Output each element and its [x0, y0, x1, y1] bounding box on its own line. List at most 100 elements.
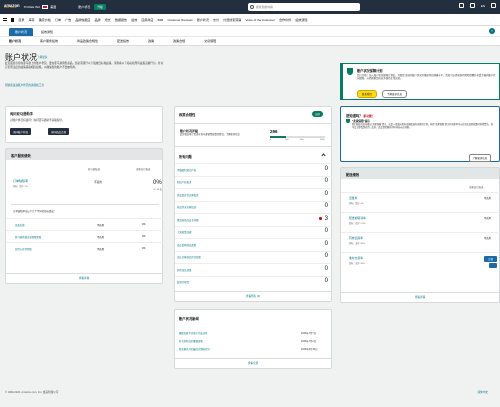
nav-item[interactable]: B2B — [158, 18, 164, 22]
issue-link[interactable]: 违反受限商品政策 — [177, 243, 196, 247]
tab-performance-notifications[interactable]: 绩效通知 — [35, 28, 59, 36]
issue-link[interactable]: 商品真实性买家投诉 — [177, 193, 199, 197]
chat-icon[interactable] — [489, 263, 497, 268]
rating-title: 账户状况评级 — [180, 129, 199, 133]
tab-account-health[interactable]: 账户状况 — [9, 28, 34, 36]
top-bar: amazon seller central TOUGE INC 美国 账户状况 升… — [0, 0, 500, 14]
issue-link[interactable]: 商品状况买家投诉 — [177, 205, 196, 209]
chargeback-link[interactable]: 信用卡拒付索赔 — [15, 247, 32, 251]
issue-count: 0 — [324, 203, 328, 209]
chevron-up-icon[interactable] — [321, 153, 326, 158]
issue-link[interactable]: 监管合规性 — [177, 280, 189, 284]
nav-item[interactable]: 合作伙伴 — [279, 18, 291, 22]
subtab-policy[interactable]: 政策 — [148, 39, 154, 43]
language-link[interactable]: 简体中文 — [478, 390, 488, 394]
nav-item[interactable]: 绩效通知 — [295, 18, 307, 22]
issue-count: 0 — [324, 228, 328, 234]
nav-item[interactable]: 绩效 — [131, 18, 137, 22]
issue-link[interactable]: 其他违反政策 — [177, 268, 191, 272]
contact-us-button[interactable]: 联系我们 — [357, 90, 378, 99]
news-link[interactable]: 新卖家首月的最佳实践和提示 — [179, 348, 210, 351]
news-link[interactable]: 有关危险品的重要更新 — [179, 340, 203, 343]
nav-item[interactable]: 品牌 — [95, 18, 101, 22]
row-fba-value: 不适用 — [97, 236, 105, 239]
subtab-shipping[interactable]: 配送绩效 — [117, 39, 129, 43]
ask-product-compliance-button[interactable]: 询问商品合规 — [48, 128, 70, 135]
nav-item[interactable]: 确定价格 — [39, 18, 51, 22]
settings-icon[interactable] — [469, 3, 475, 8]
issue-row: 其他违反政策 0 — [175, 263, 333, 275]
help-icon[interactable]: ? — [489, 28, 495, 34]
store-selector[interactable]: TOUGE INC 美国 — [24, 5, 56, 9]
nav-item[interactable]: 付费搜索营销 — [223, 18, 241, 22]
nav-item[interactable]: Customer Reviews — [167, 18, 192, 22]
language-selector[interactable]: EN — [481, 4, 485, 8]
upgrade-button[interactable]: 升级 — [94, 4, 106, 10]
learn-more-link[interactable]: 了解更多 — [37, 55, 47, 59]
odr-link[interactable]: 订单缺陷率 — [13, 179, 28, 183]
subtab-policy-compliance[interactable]: 政策合规 — [173, 39, 185, 43]
news-link[interactable]: 确保卖家平台账户的安全性 — [179, 332, 208, 335]
nav-item[interactable]: 增长 — [105, 18, 111, 22]
notice-text: 我们很高兴宣布推出"卖家保障"提示，这是一项面向具有卓越绩效的卖家的计划。获得"… — [352, 124, 493, 129]
nav-item[interactable]: 数据报告 — [115, 18, 127, 22]
cancel-rate-link[interactable]: 配送前取消率 — [349, 216, 366, 220]
negative-feedback-link[interactable]: 负面反馈 — [15, 223, 25, 227]
late-shipment-link[interactable]: 迟发率 — [349, 196, 357, 200]
subtab-product-compliance[interactable]: 商品政策合规性 — [77, 39, 98, 43]
subtab-delivery-guarantee[interactable]: 交货保障 — [204, 39, 216, 43]
policy-compliance-card: 政策合规性 良好 账户状况评级 此评级反映了您遵守亚马逊销售政策的情况。了解更多… — [174, 106, 333, 302]
col-fbm: 卖家自行配送 — [469, 186, 484, 189]
learn-more-button[interactable]: 了解更多信息 — [382, 90, 408, 99]
issue-link[interactable]: 上架政策违规 — [177, 230, 191, 234]
menu-icon[interactable] — [3, 18, 7, 21]
news-view-all-link[interactable]: 查看全部 — [175, 358, 331, 368]
odr-description: 订单缺陷率由以下几个不同的指标组成： — [13, 210, 57, 213]
list-item: 有关危险品的重要更新 2026年7月2日 — [179, 339, 329, 343]
nav-item[interactable]: 支付 — [213, 18, 219, 22]
issue-link[interactable]: 食品和商品安全问题 — [177, 218, 199, 222]
valid-tracking-link[interactable]: 有效追踪率 — [349, 236, 363, 240]
subtab-account-health[interactable]: 账户状况 — [9, 39, 21, 43]
cs-title: 客户服务绩效 — [11, 154, 31, 158]
amazon-logo[interactable]: amazon seller central — [4, 3, 20, 10]
atoz-claims-link[interactable]: 亚马逊商城交易保障索赔 — [15, 235, 41, 239]
issue-link[interactable]: 知识产权投诉 — [177, 180, 191, 184]
cs-view-details-link[interactable]: 查看详情 — [6, 273, 162, 283]
odr-target: 目标：低于 1% — [13, 186, 28, 188]
issue-link[interactable]: 违反买家商品评论政策 — [177, 255, 201, 259]
col-fba: 亚马逊配送 — [88, 168, 100, 171]
help-icon[interactable] — [491, 3, 496, 8]
issue-link[interactable]: 涉嫌侵犯知识产权 — [177, 168, 196, 172]
on-time-delivery-link[interactable]: 准时交货率 — [349, 256, 363, 260]
search-placeholder: 搜索您的内容 — [256, 5, 273, 9]
all-issues-heading: 所有问题 — [179, 155, 192, 159]
ask-account-health-button[interactable]: 询问账户状况 — [10, 128, 32, 135]
nav-item[interactable]: 订单 — [55, 18, 61, 22]
nav-item[interactable]: 库存 — [29, 18, 35, 22]
account-health-link[interactable]: 账户状况 — [78, 5, 90, 9]
resources-link[interactable]: 帮助您改进账户状况的资源和工具 — [5, 83, 44, 87]
nav-item[interactable]: 应用商店 — [141, 18, 153, 22]
top-icons: EN — [458, 3, 496, 8]
mail-icon[interactable] — [458, 3, 464, 8]
bookmark-icon[interactable] — [11, 17, 15, 22]
nav-item[interactable]: 账户状况 — [197, 18, 209, 22]
shipping-view-details-link[interactable]: 查看详情 — [341, 292, 499, 302]
nav-item[interactable]: Voice of the Customer — [245, 18, 275, 22]
copyright: © 1999-2026, Amazon.com, Inc. 或其附属公司 — [5, 391, 59, 394]
status-badge: 良好 — [312, 111, 323, 117]
metric-target: 目标：高于 90% — [349, 263, 365, 265]
nav-item[interactable]: 广告 — [65, 18, 71, 22]
notice-learn-more-button[interactable]: 了解更多信息 — [468, 154, 491, 162]
feedback-button[interactable]: 反馈 — [484, 256, 497, 262]
page-description: 此页面显示您在亚马逊上的账户状况。要在亚马逊销售商品，您必须遵守以下绩效目标和政… — [5, 62, 164, 69]
search-input[interactable]: 搜索您的内容 — [248, 3, 360, 11]
issue-count: 0 — [324, 165, 328, 172]
nav-item[interactable]: 品牌旗舰店 — [75, 18, 90, 22]
subtab-customer-service[interactable]: 客户服务绩效 — [40, 39, 58, 43]
view-all-issues-link[interactable]: 查看所有 (3) — [175, 291, 331, 301]
us-flag-icon — [42, 5, 49, 9]
nav-item[interactable]: 目录 — [18, 18, 24, 22]
issue-row: 商品状况买家投诉 0 — [175, 200, 333, 213]
